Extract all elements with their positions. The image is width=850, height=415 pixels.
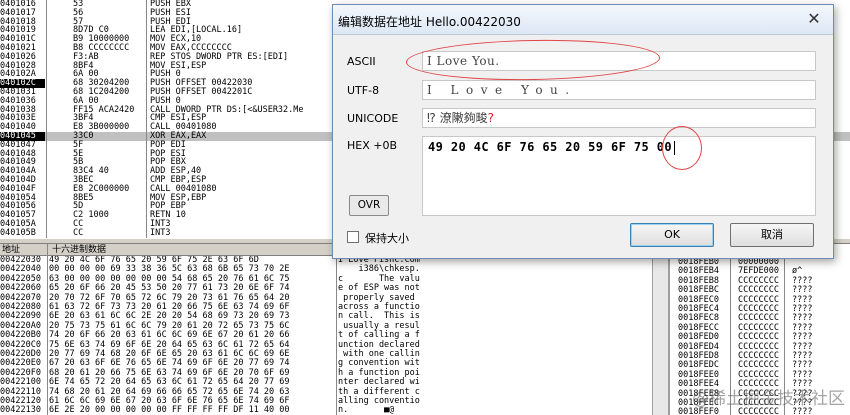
dump-scrollbar[interactable] [652,256,668,415]
column-divider [47,244,48,415]
memory-dump-pane[interactable]: 00422030 49 20 4C 6F 76 65 20 59 6F 75 2E… [0,256,668,415]
dump-address: 00422130 [0,405,41,415]
text-caret [674,140,675,155]
hex-label: HEX +0B [347,139,398,152]
unicode-label: UNICODE [347,112,399,125]
dump-text: n. ■@ [338,405,395,415]
column-divider [146,0,147,238]
disasm-bytes: CC [73,227,84,238]
ovr-button[interactable]: OVR [349,195,389,216]
stack-value: CCCCCCCC [738,407,779,415]
close-icon[interactable]: ✕ [803,9,825,29]
ascii-label: ASCII [347,55,376,68]
stack-address: 0018FEF0 [678,407,719,415]
edit-data-dialog: 编辑数据在地址 Hello.00422030 ✕ ASCII I Love Yo… [332,4,834,259]
hex-value: 49 20 4C 6F 76 65 20 59 6F 75 00 [428,140,672,154]
keep-size-label: 保持大小 [365,232,409,245]
utf8-label: UTF-8 [347,84,380,97]
dialog-titlebar[interactable]: 编辑数据在地址 Hello.00422030 ✕ [333,5,833,35]
unicode-field[interactable]: ⁉ 潦敶夠畯? [422,108,816,128]
unicode-invalid-char: ? [487,111,494,125]
column-divider [46,0,47,238]
hex-field[interactable]: 49 20 4C 6F 76 65 20 59 6F 75 00 [422,136,816,216]
checkbox-box[interactable] [347,231,359,243]
ascii-field[interactable]: I Love You. [422,51,816,71]
cancel-button[interactable]: 取消 [730,223,814,247]
watermark: @稀土掘金技术社区 [692,389,845,409]
utf8-field[interactable]: I Love You. [422,80,816,100]
dump-header-address: 地址 [2,245,21,255]
column-divider [336,244,337,415]
stack-comment: ???? [792,407,813,415]
dump-hex: 6E 2E 20 00 00 00 00 00 FF FF FF FF DF 1… [49,405,290,415]
disasm-address: 040105B [0,228,45,238]
disasm-instruction: INT3 [150,227,171,238]
ok-button[interactable]: OK [630,223,714,247]
unicode-value: ⁉ 潦敶夠畯 [427,111,488,125]
dialog-title: 编辑数据在地址 Hello.00422030 [338,15,521,29]
dump-header-hex: 十六进制数据 [52,245,107,255]
